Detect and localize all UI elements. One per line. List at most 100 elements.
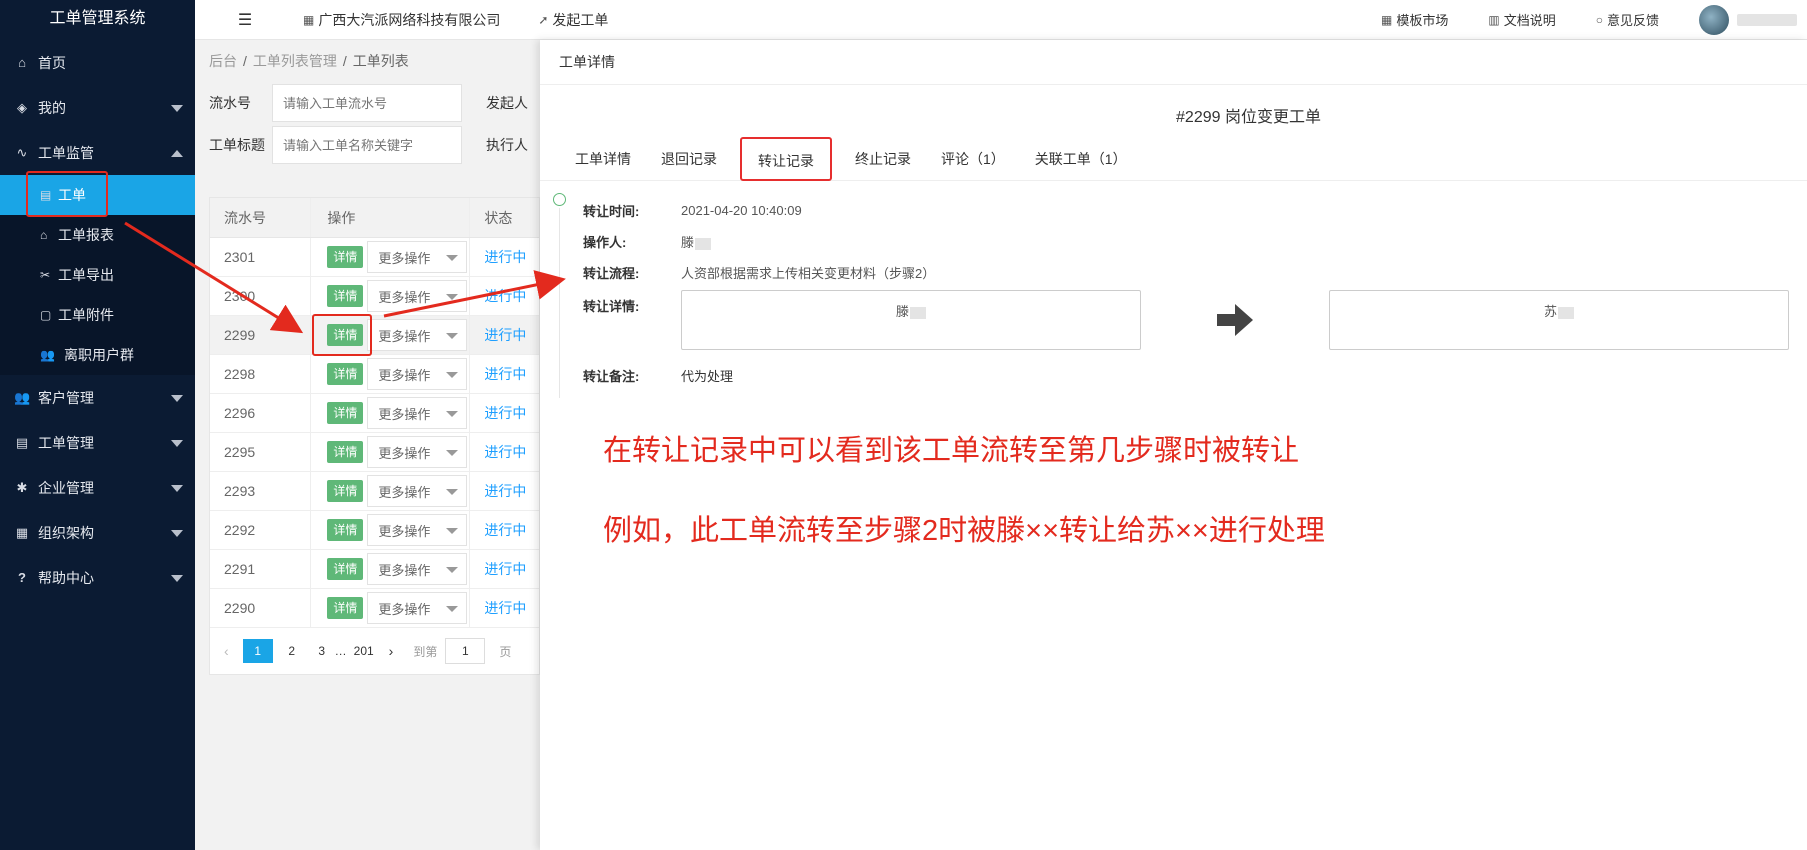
sidebar-subitem-export[interactable]: ✂ 工单导出	[0, 255, 195, 295]
more-actions-label: 更多操作	[378, 523, 431, 539]
sidebar-item-organization[interactable]: ▦ 组织架构	[0, 510, 195, 555]
more-actions-dropdown[interactable]: 更多操作	[367, 319, 468, 351]
cell-actions: 详情 更多操作	[311, 355, 471, 393]
user-name-blurred[interactable]	[1737, 13, 1797, 26]
home-icon: ⌂	[18, 55, 26, 70]
cell-actions: 详情 更多操作	[311, 277, 471, 315]
sidebar-item-label: 我的	[38, 99, 66, 116]
feedback-link[interactable]: ○ 意见反馈	[1596, 10, 1659, 29]
page-1[interactable]: 1	[242, 639, 273, 663]
more-actions-dropdown[interactable]: 更多操作	[367, 397, 468, 429]
cell-status[interactable]: 进行中	[470, 394, 539, 432]
table-header: 流水号 操作 状态	[210, 198, 539, 238]
timeline-dot-icon	[553, 193, 566, 206]
transfer-to-name: 苏	[1543, 304, 1557, 319]
detail-button[interactable]: 详情	[327, 285, 364, 307]
sidebar-item-home[interactable]: ⌂ 首页	[0, 40, 195, 85]
cell-status[interactable]: 进行中	[470, 511, 539, 549]
serial-label: 流水号	[209, 95, 251, 111]
more-actions-dropdown[interactable]: 更多操作	[367, 241, 468, 273]
cell-status[interactable]: 进行中	[470, 550, 539, 588]
cell-serial: 2290	[210, 589, 312, 627]
goto-input[interactable]: 1	[445, 638, 486, 664]
layers-icon: ◈	[17, 99, 27, 115]
more-actions-dropdown[interactable]: 更多操作	[367, 475, 468, 507]
tab-related-tickets[interactable]: 关联工单（1）	[1020, 137, 1142, 181]
sidebar-subitem-attachments[interactable]: ▢ 工单附件	[0, 295, 195, 335]
chevron-down-icon	[446, 450, 459, 456]
cell-status[interactable]: 进行中	[470, 433, 539, 471]
cell-status[interactable]: 进行中	[470, 355, 539, 393]
more-actions-dropdown[interactable]: 更多操作	[367, 514, 468, 546]
send-icon: ➚	[538, 12, 549, 27]
breadcrumb-root[interactable]: 后台	[209, 53, 237, 69]
menu-toggle-icon[interactable]: ☰	[225, 10, 265, 30]
cell-status[interactable]: 进行中	[470, 238, 539, 276]
cell-status[interactable]: 进行中	[470, 472, 539, 510]
detail-button[interactable]: 详情	[327, 246, 364, 268]
sidebar-item-help[interactable]: ? 帮助中心	[0, 555, 195, 600]
header-status: 状态	[484, 209, 513, 226]
table-row: 2299 详情 更多操作 进行中	[210, 316, 539, 355]
docs-label: 文档说明	[1503, 13, 1556, 28]
tab-termination-records[interactable]: 终止记录	[840, 137, 926, 181]
sidebar-subitem-resigned-users[interactable]: 👥 离职用户群	[0, 335, 195, 375]
page-2[interactable]: 2	[281, 639, 303, 663]
breadcrumb-parent[interactable]: 工单列表管理	[253, 53, 337, 69]
chevron-down-icon	[446, 489, 459, 495]
more-actions-dropdown[interactable]: 更多操作	[367, 436, 468, 468]
detail-button[interactable]: 详情	[327, 519, 364, 541]
page-last[interactable]: 201	[353, 639, 375, 663]
executor-label: 执行人	[486, 137, 528, 153]
template-market-link[interactable]: ▦ 模板市场	[1381, 10, 1448, 29]
prev-page-icon[interactable]: ‹	[224, 643, 229, 659]
avatar[interactable]	[1699, 4, 1729, 35]
more-actions-dropdown[interactable]: 更多操作	[367, 592, 468, 624]
cell-serial: 2296	[210, 394, 312, 432]
cell-status[interactable]: 进行中	[470, 316, 539, 354]
sidebar-subitem-reports[interactable]: ⌂ 工单报表	[0, 215, 195, 255]
cell-actions: 详情 更多操作	[311, 433, 471, 471]
cell-status[interactable]: 进行中	[470, 277, 539, 315]
company-switch[interactable]: ▦ 广西大汽派网络科技有限公司	[303, 10, 500, 30]
detail-button[interactable]: 详情	[327, 363, 364, 385]
feedback-label: 意见反馈	[1606, 13, 1659, 28]
detail-button[interactable]: 详情	[327, 597, 364, 619]
detail-button[interactable]: 详情	[327, 324, 364, 346]
sidebar-item-customers[interactable]: 👥 客户管理	[0, 375, 195, 420]
sidebar-subitem-tickets[interactable]: ▤ 工单	[0, 175, 195, 215]
list-icon: ▤	[15, 434, 29, 450]
detail-button[interactable]: 详情	[327, 402, 364, 424]
more-actions-label: 更多操作	[378, 250, 431, 266]
sidebar-item-label: 工单管理	[38, 434, 94, 451]
more-actions-dropdown[interactable]: 更多操作	[367, 358, 468, 390]
more-actions-dropdown[interactable]: 更多操作	[367, 280, 468, 312]
chevron-down-icon	[446, 333, 459, 339]
tab-transfer-records[interactable]: 转让记录	[740, 136, 832, 181]
sidebar-item-ticket-management[interactable]: ▤ 工单管理	[0, 420, 195, 465]
tab-return-records[interactable]: 退回记录	[646, 137, 732, 181]
detail-button[interactable]: 详情	[327, 480, 364, 502]
sidebar-item-ticket-supervision[interactable]: ∿ 工单监管	[0, 130, 195, 175]
cell-serial: 2292	[210, 511, 312, 549]
detail-button[interactable]: 详情	[327, 558, 364, 580]
document-icon: ▤	[40, 188, 52, 202]
sidebar-item-enterprise[interactable]: ✱ 企业管理	[0, 465, 195, 510]
table-row: 2290 详情 更多操作 进行中	[210, 589, 539, 628]
start-ticket-link[interactable]: ➚ 发起工单	[538, 10, 608, 30]
page-3[interactable]: 3	[311, 639, 333, 663]
tab-details[interactable]: 工单详情	[560, 137, 646, 181]
tab-comments[interactable]: 评论（1）	[926, 137, 1020, 181]
title-label: 工单标题	[209, 137, 265, 153]
more-actions-dropdown[interactable]: 更多操作	[367, 553, 468, 585]
detail-button[interactable]: 详情	[327, 441, 364, 463]
docs-link[interactable]: ▥ 文档说明	[1488, 10, 1555, 29]
building-icon: ▦	[303, 12, 315, 27]
serial-input[interactable]	[272, 84, 462, 122]
sidebar-submenu: ▤ 工单 ⌂ 工单报表 ✂ 工单导出 ▢ 工单附件 👥 离职用户群	[0, 175, 195, 375]
title-input[interactable]	[272, 126, 462, 164]
cell-status[interactable]: 进行中	[470, 589, 539, 627]
sidebar-item-mine[interactable]: ◈ 我的	[0, 85, 195, 130]
next-page-icon[interactable]: ›	[389, 643, 394, 659]
transfer-from-box: 滕	[681, 290, 1141, 350]
